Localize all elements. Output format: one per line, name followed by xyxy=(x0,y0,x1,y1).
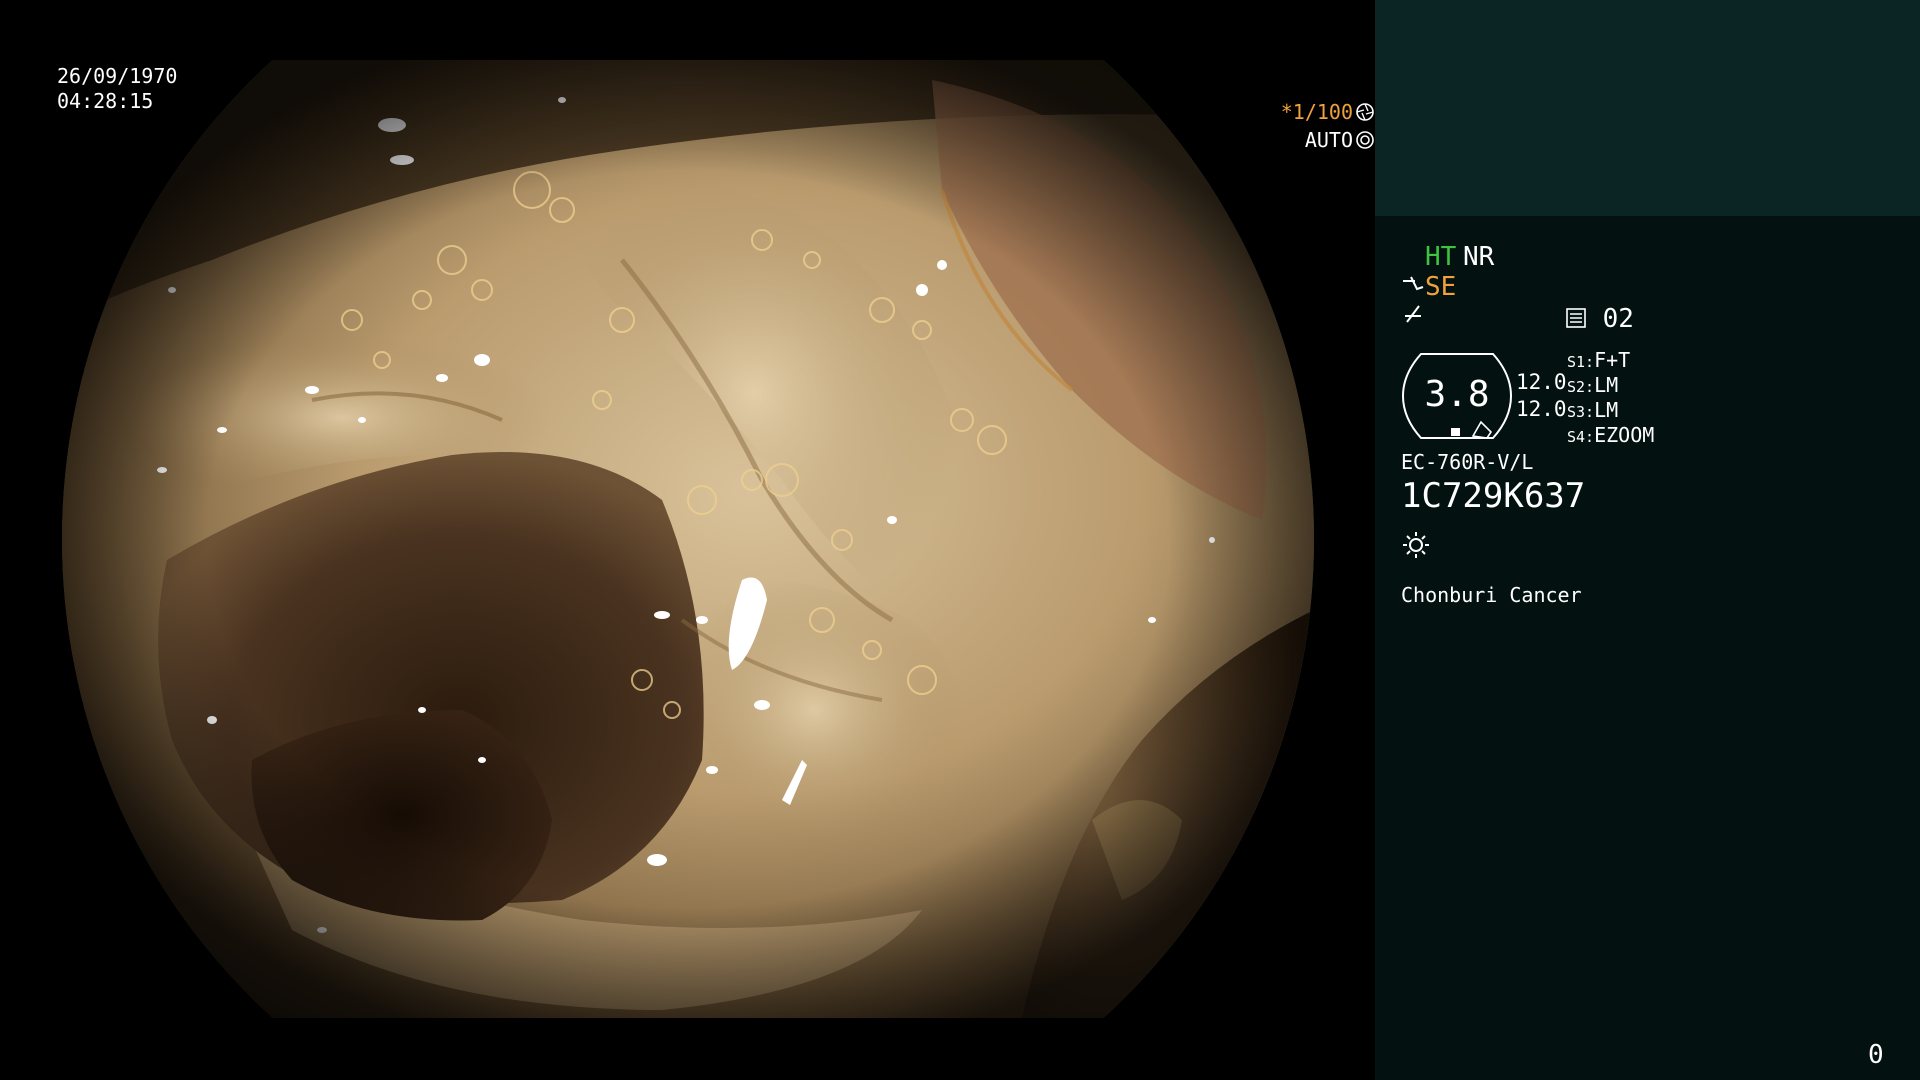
switch-3: S3:LM xyxy=(1567,398,1619,422)
memory-row: 02 xyxy=(1565,304,1634,334)
brightness-gauge: 3.8 xyxy=(1401,350,1513,442)
sharpness-icon xyxy=(1401,302,1425,333)
patient-info-area xyxy=(1375,0,1920,216)
gauge-value: 3.8 xyxy=(1424,374,1490,415)
scope-serial: 1C729K637 xyxy=(1401,476,1586,516)
memory-card-icon xyxy=(1566,308,1586,328)
switch-1: S1:F+T xyxy=(1567,348,1631,372)
aperture-icon xyxy=(1356,103,1374,121)
exam-date: 26/09/1970 xyxy=(57,64,178,88)
iris-mode: AUTO xyxy=(1304,128,1353,152)
light-source-icon xyxy=(1401,530,1431,564)
endoscope-view: 26/09/1970 04:28:15 *1/100 AUTO xyxy=(0,0,1375,1080)
image-counter: 0 xyxy=(1868,1040,1884,1070)
se-indicator: SE xyxy=(1425,272,1457,302)
iris-icon xyxy=(1356,131,1374,149)
switch-4: S4:EZOOM xyxy=(1567,423,1655,447)
setting-value-2: 12.0 xyxy=(1516,397,1567,421)
iris-mode-row: AUTO xyxy=(55,128,1375,152)
scope-model: EC-760R-V/L xyxy=(1401,450,1534,474)
ht-indicator: HT xyxy=(1425,242,1457,272)
enhance-icon xyxy=(1403,276,1424,291)
structure-enhance-row: SE xyxy=(1401,272,1456,302)
switch-2: S2:LM xyxy=(1567,373,1619,397)
hospital-name: Chonburi Cancer xyxy=(1401,583,1582,607)
nr-indicator: NR xyxy=(1463,242,1495,272)
shutter-speed-row: *1/100 xyxy=(55,100,1375,124)
memory-number: 02 xyxy=(1602,304,1634,334)
setting-value-1: 12.0 xyxy=(1516,370,1567,394)
shutter-speed: *1/100 xyxy=(1280,100,1353,124)
info-panel: HT NR SE 02 3.8 12.0 12.0 S1:F+T S2:LM S… xyxy=(1375,0,1920,1080)
endoscopic-image xyxy=(62,60,1314,1018)
